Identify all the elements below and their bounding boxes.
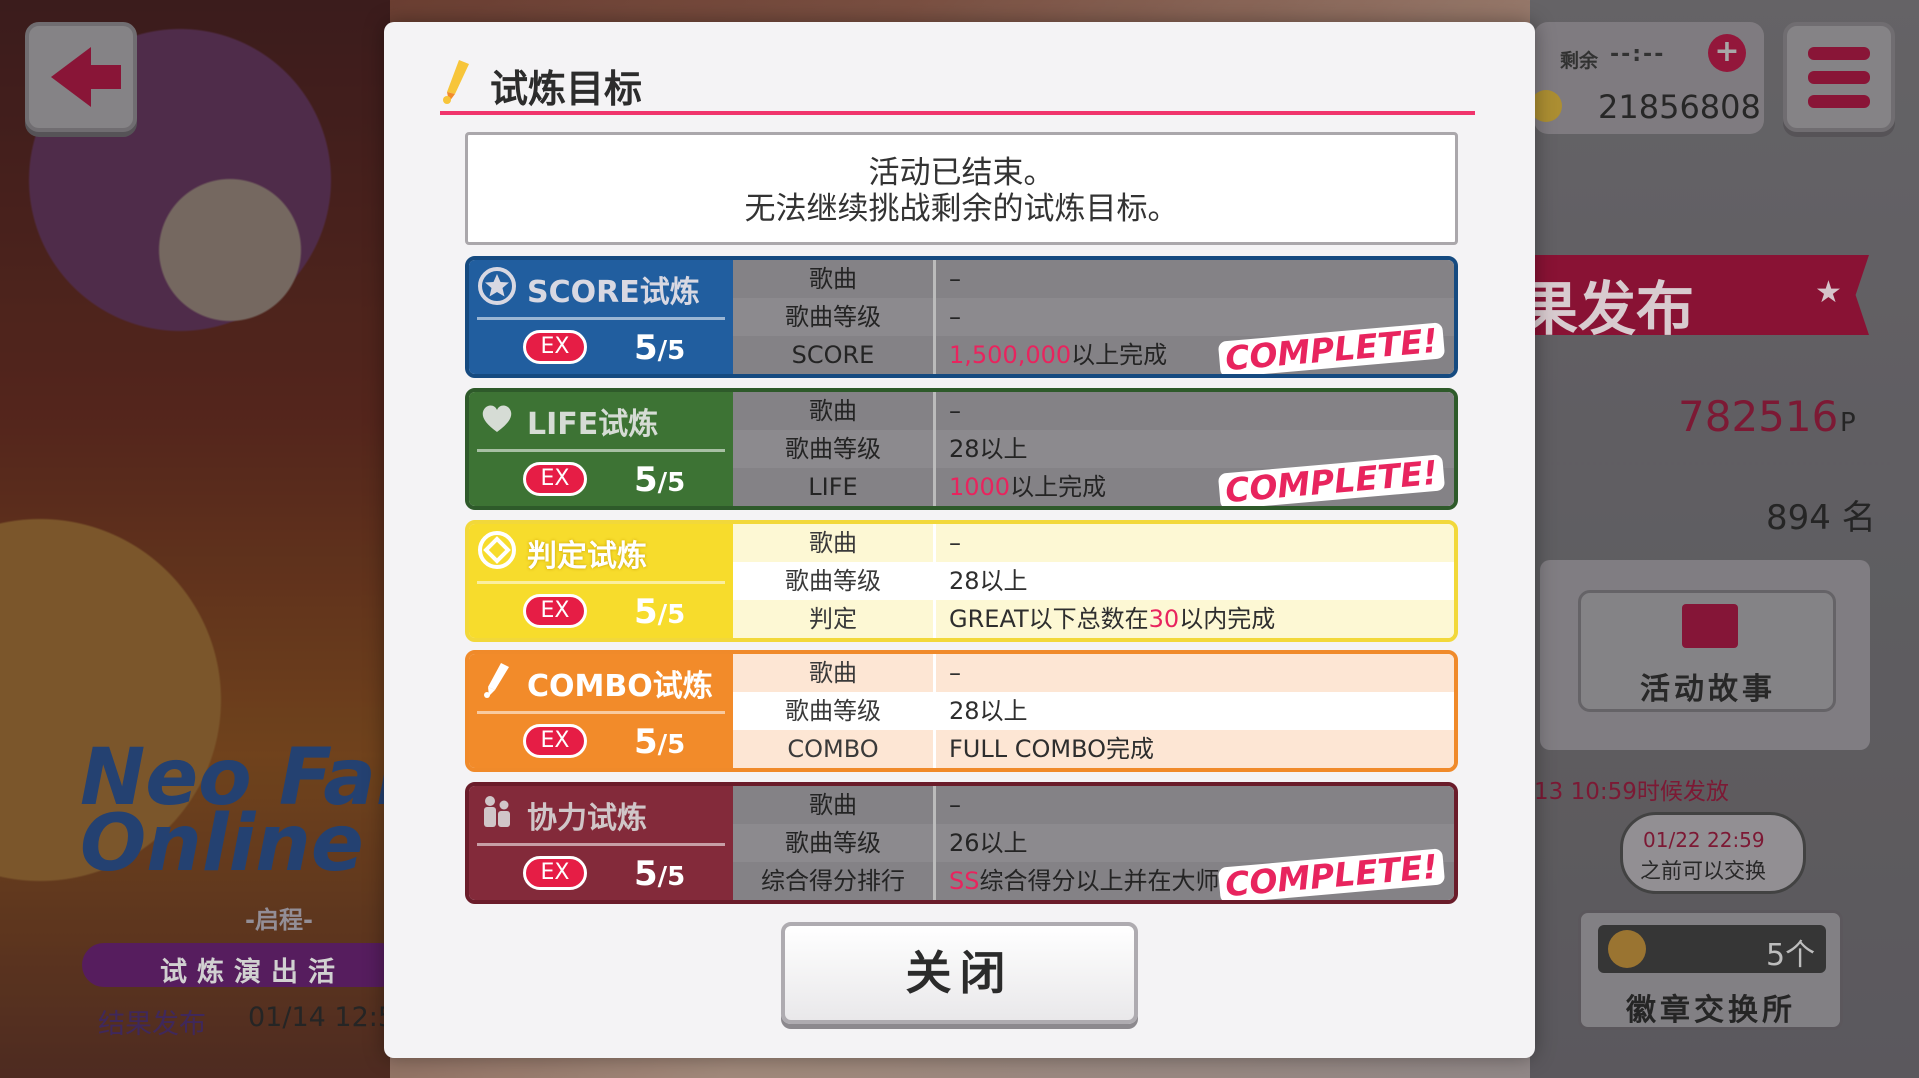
- condition-key: COMBO: [733, 730, 936, 768]
- condition-highlight: SS: [949, 867, 980, 895]
- condition-value: –: [949, 529, 961, 557]
- condition-value: FULL COMBO完成: [949, 735, 1155, 763]
- condition-value: –: [949, 791, 961, 819]
- trial-progress-value: 5: [634, 328, 658, 368]
- condition-value: 28以上: [949, 697, 1028, 725]
- condition-key: 歌曲等级: [733, 692, 936, 730]
- trial-coop: 协力试炼 EX 5/5 歌曲 – 歌曲等级 26以上 综合得分排行 SS综合得分以上并…: [465, 782, 1458, 904]
- close-button[interactable]: 关闭: [781, 922, 1138, 1024]
- trial-progress-value: 5: [634, 722, 658, 762]
- star-circle-icon: [478, 267, 516, 305]
- condition-row: 歌曲 –: [733, 392, 1454, 430]
- pen-icon: [484, 663, 509, 698]
- trial-progress-total: /5: [657, 468, 686, 498]
- condition-value: –: [949, 397, 961, 425]
- condition-key: 歌曲: [733, 524, 936, 562]
- trial-header: 判定试炼 EX 5/5: [469, 524, 733, 638]
- trial-progress-total: /5: [657, 730, 686, 760]
- condition-key: 歌曲等级: [733, 824, 936, 862]
- trial-progress-value: 5: [634, 854, 658, 894]
- trial-progress: 5/5: [634, 722, 685, 762]
- condition-key: 歌曲: [733, 786, 936, 824]
- trial-combo: COMBO试炼 EX 5/5 歌曲 – 歌曲等级 28以上 COMBO FULL CO…: [465, 650, 1458, 772]
- condition-row: 歌曲 –: [733, 524, 1454, 562]
- notice-line-2: 无法继续挑战剩余的试炼目标。: [744, 191, 1179, 227]
- trial-name: SCORE试炼: [527, 275, 700, 310]
- trial-name: 判定试炼: [527, 539, 647, 574]
- divider: [477, 843, 725, 846]
- dialog-title: 试炼目标: [490, 67, 643, 111]
- condition-key: 歌曲等级: [733, 562, 936, 600]
- trial-progress-value: 5: [634, 460, 658, 500]
- trial-conditions: 歌曲 – 歌曲等级 28以上 判定 GREAT以下总数在30以内完成: [733, 524, 1454, 638]
- condition-row: 歌曲 –: [733, 786, 1454, 824]
- condition-key: 歌曲等级: [733, 298, 936, 336]
- trial-progress: 5/5: [634, 328, 685, 368]
- condition-value: 28以上: [949, 567, 1028, 595]
- notice-line-1: 活动已结束。: [868, 155, 1055, 191]
- difficulty-badge: EX: [523, 594, 587, 628]
- people-icon: [484, 796, 510, 827]
- difficulty-badge: EX: [523, 330, 587, 364]
- difficulty-badge: EX: [523, 724, 587, 758]
- divider: [477, 449, 725, 452]
- condition-highlight: 30: [1148, 605, 1180, 633]
- divider: [477, 317, 725, 320]
- trial-name: LIFE试炼: [527, 407, 659, 442]
- condition-key: LIFE: [733, 468, 936, 506]
- condition-key: 歌曲: [733, 260, 936, 298]
- trial-progress-total: /5: [657, 862, 686, 892]
- trial-header: SCORE试炼 EX 5/5: [469, 260, 733, 374]
- condition-value: –: [949, 659, 961, 687]
- condition-key: SCORE: [733, 336, 936, 374]
- condition-row: 歌曲等级 28以上: [733, 692, 1454, 730]
- divider: [477, 581, 725, 584]
- trial-progress-total: /5: [657, 336, 686, 366]
- trial-progress: 5/5: [634, 460, 685, 500]
- condition-row: 歌曲 –: [733, 260, 1454, 298]
- trial-header: 协力试炼 EX 5/5: [469, 786, 733, 900]
- difficulty-badge: EX: [523, 462, 587, 496]
- condition-highlight: 1000: [949, 473, 1011, 501]
- condition-row: COMBO FULL COMBO完成: [733, 730, 1454, 768]
- diamond-circle-icon: [478, 531, 516, 569]
- trial-progress-value: 5: [634, 592, 658, 632]
- trial-name: 协力试炼: [527, 801, 647, 836]
- divider: [477, 711, 725, 714]
- condition-value: –: [949, 265, 961, 293]
- condition-key: 歌曲等级: [733, 430, 936, 468]
- difficulty-badge: EX: [523, 856, 587, 890]
- trial-header: LIFE试炼 EX 5/5: [469, 392, 733, 506]
- trial-judgement: 判定试炼 EX 5/5 歌曲 – 歌曲等级 28以上 判定 GREAT以下总数在30以…: [465, 520, 1458, 642]
- condition-value: GREAT以下总数在30以内完成: [949, 605, 1276, 633]
- event-ended-notice: 活动已结束。 无法继续挑战剩余的试炼目标。: [465, 132, 1458, 245]
- trial-name: COMBO试炼: [527, 669, 713, 704]
- trial-progress: 5/5: [634, 854, 685, 894]
- condition-row: 歌曲 –: [733, 654, 1454, 692]
- trial-progress: 5/5: [634, 592, 685, 632]
- trial-header: COMBO试炼 EX 5/5: [469, 654, 733, 768]
- condition-row: 歌曲等级 28以上: [733, 562, 1454, 600]
- heart-icon: [482, 405, 512, 432]
- trial-progress-total: /5: [657, 600, 686, 630]
- condition-highlight: 1,500,000: [949, 341, 1072, 369]
- condition-row: 判定 GREAT以下总数在30以内完成: [733, 600, 1454, 638]
- trial-life: LIFE试炼 EX 5/5 歌曲 – 歌曲等级 28以上 LIFE 1000以上完成 …: [465, 388, 1458, 510]
- condition-key: 综合得分排行: [733, 862, 936, 900]
- trial-score: SCORE试炼 EX 5/5 歌曲 – 歌曲等级 – SCORE 1,500,000以…: [465, 256, 1458, 378]
- condition-key: 判定: [733, 600, 936, 638]
- trial-conditions: 歌曲 – 歌曲等级 28以上 COMBO FULL COMBO完成: [733, 654, 1454, 768]
- condition-key: 歌曲: [733, 392, 936, 430]
- condition-key: 歌曲: [733, 654, 936, 692]
